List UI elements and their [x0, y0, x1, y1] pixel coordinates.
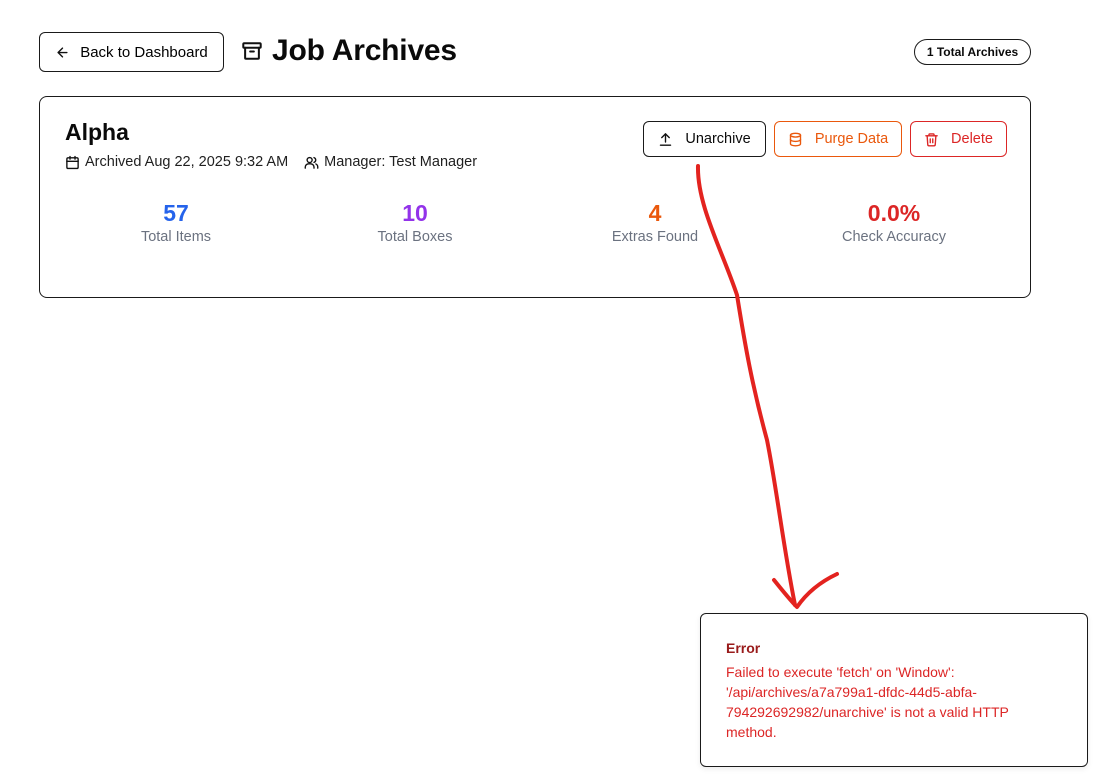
arrow-left-icon	[57, 46, 68, 58]
purge-data-label: Purge Data	[814, 131, 889, 147]
stat-value: 10	[402, 200, 428, 226]
stat-label: Check Accuracy	[842, 229, 946, 245]
page-title: Job Archives	[272, 34, 457, 67]
trash-icon	[925, 132, 938, 146]
archive-card: Alpha Archived Aug 22, 2025 9:32 AM Mana…	[39, 96, 1031, 298]
job-name: Alpha	[65, 119, 129, 145]
total-archives-badge: 1 Total Archives	[914, 39, 1031, 65]
unarchive-button[interactable]: Unarchive	[643, 121, 766, 157]
delete-button[interactable]: Delete	[910, 121, 1007, 157]
error-message: Failed to execute 'fetch' on 'Window': '…	[726, 664, 1009, 740]
error-toast: Error Failed to execute 'fetch' on 'Wind…	[700, 613, 1088, 767]
delete-label: Delete	[951, 131, 993, 147]
stat-extras-found: 4 Extras Found	[555, 199, 755, 245]
back-to-dashboard-button[interactable]: Back to Dashboard	[39, 32, 224, 72]
unarchive-label: Unarchive	[685, 131, 751, 147]
calendar-icon	[66, 155, 79, 169]
stat-value: 4	[648, 200, 662, 226]
stat-label: Total Boxes	[377, 229, 453, 245]
annotation-arrow-head	[772, 572, 839, 609]
stat-total-boxes: 10 Total Boxes	[315, 199, 515, 245]
manager-text: Manager: Test Manager	[324, 154, 478, 170]
archive-box-icon	[242, 42, 262, 60]
users-icon	[304, 156, 319, 169]
archive-meta: Archived Aug 22, 2025 9:32 AM Manager: T…	[65, 154, 493, 170]
archived-date: Archived Aug 22, 2025 9:32 AM	[65, 154, 288, 170]
stat-value: 0.0%	[867, 200, 921, 226]
stat-label: Extras Found	[611, 229, 699, 245]
upload-icon	[660, 132, 672, 146]
purge-data-button[interactable]: Purge Data	[774, 121, 902, 157]
stat-total-items: 57 Total Items	[76, 199, 276, 245]
stat-label: Total Items	[140, 229, 212, 245]
manager-info: Manager: Test Manager	[304, 154, 477, 170]
stat-check-accuracy: 0.0% Check Accuracy	[794, 199, 994, 245]
page-header: Job Archives	[241, 34, 457, 68]
error-title: Error	[726, 640, 761, 656]
back-button-label: Back to Dashboard	[80, 43, 208, 61]
stat-value: 57	[163, 200, 189, 226]
archived-date-text: Archived Aug 22, 2025 9:32 AM	[85, 154, 289, 170]
database-icon	[789, 132, 801, 146]
archive-actions: Unarchive Purge Data Delete	[643, 121, 1007, 157]
